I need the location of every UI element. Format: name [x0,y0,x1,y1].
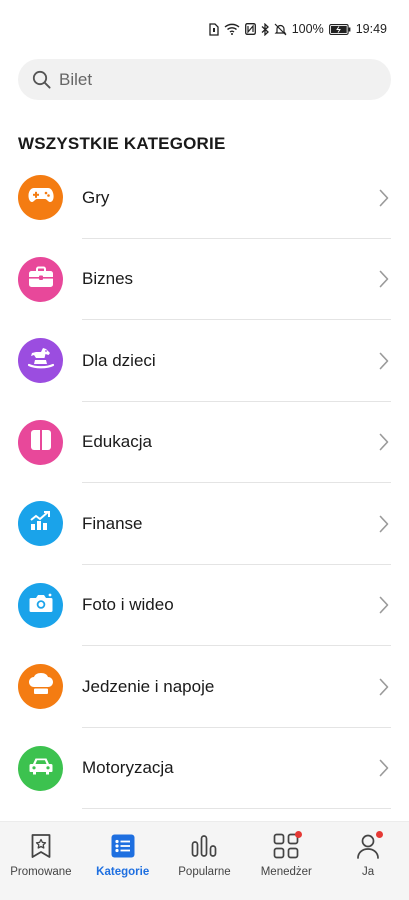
category-label: Jedzenie i napoje [82,676,215,696]
nav-label: Menedżer [260,866,312,878]
sim-icon [209,22,219,36]
nfc-icon [244,23,256,35]
search-input[interactable] [59,69,359,90]
chevron-right-icon [379,189,389,207]
category-row-biznes[interactable]: Biznes [0,239,409,320]
search-bar[interactable] [18,59,391,100]
battery-percentage: 100% [291,22,324,36]
category-icon-circle [18,501,63,547]
category-row-dla-dzieci[interactable]: Dla dzieci [0,320,409,402]
list-icon [111,832,135,860]
car-icon [28,756,54,781]
camera-icon [28,592,54,619]
nav-label: Ja [362,866,375,878]
section-title: WSZYSTKIE KATEGORIE [18,134,226,153]
nav-menedzer[interactable]: Menedżer [245,822,327,900]
category-icon-circle [18,338,63,384]
category-row-finanse[interactable]: Finanse [0,483,409,565]
chart-trend-icon [29,510,53,537]
notification-badge [295,831,303,838]
mute-icon [274,23,287,36]
category-row-foto-i-wideo[interactable]: Foto i wideo [0,565,409,646]
category-row-edukacja[interactable]: Edukacja [0,402,409,483]
category-icon-circle [18,419,63,465]
rocking-horse-icon [27,346,55,375]
category-icon-circle [18,175,63,221]
nav-label: Kategorie [96,866,150,878]
chevron-right-icon [379,352,389,370]
category-label: Dla dzieci [82,350,156,370]
chef-hat-icon [28,672,54,701]
category-icon-circle [18,745,63,791]
category-label: Motoryzacja [82,758,174,778]
category-row-gry[interactable]: Gry [0,157,409,239]
nav-label: Popularne [178,866,231,878]
nav-popularne[interactable]: Popularne [164,822,246,900]
category-label: Finanse [82,513,143,533]
person-icon [356,831,384,860]
chevron-right-icon [379,596,389,614]
nav-promowane[interactable]: Promowane [0,822,82,900]
nav-kategorie[interactable]: Kategorie [82,822,164,900]
category-icon-circle [18,664,63,710]
divider [82,808,391,809]
battery-icon [328,23,351,35]
category-label: Edukacja [82,432,152,452]
star-bookmark-icon [30,832,52,860]
category-list: Gry Biznes Dla dzieci Edukacja Finanse F… [0,157,409,809]
category-icon-circle [18,256,63,302]
chevron-right-icon [379,433,389,451]
category-label: Biznes [82,269,134,289]
category-row-motoryzacja[interactable]: Motoryzacja [0,728,409,809]
status-bar: 100% 19:49 [0,0,409,58]
briefcase-icon [28,266,54,293]
search-icon [32,70,52,90]
chevron-right-icon [379,270,389,288]
gamepad-icon [27,186,54,209]
chevron-right-icon [379,515,389,533]
clock: 19:49 [355,22,387,36]
category-label: Gry [82,187,110,207]
nav-label: Promowane [10,866,72,878]
chevron-right-icon [379,678,389,696]
category-row-jedzenie-i-napoje[interactable]: Jedzenie i napoje [0,646,409,728]
category-icon-circle [18,582,63,628]
chevron-right-icon [379,759,389,777]
nav-ja[interactable]: Ja [327,822,409,900]
notification-badge [376,831,384,838]
wifi-icon [224,23,240,35]
bars-icon [191,832,217,860]
book-icon [29,428,53,457]
category-label: Foto i wideo [82,595,174,615]
grid-icon [273,831,303,860]
bluetooth-icon [261,22,269,36]
bottom-navigation: Promowane Kategorie Popularne Menedżer J… [0,821,409,900]
